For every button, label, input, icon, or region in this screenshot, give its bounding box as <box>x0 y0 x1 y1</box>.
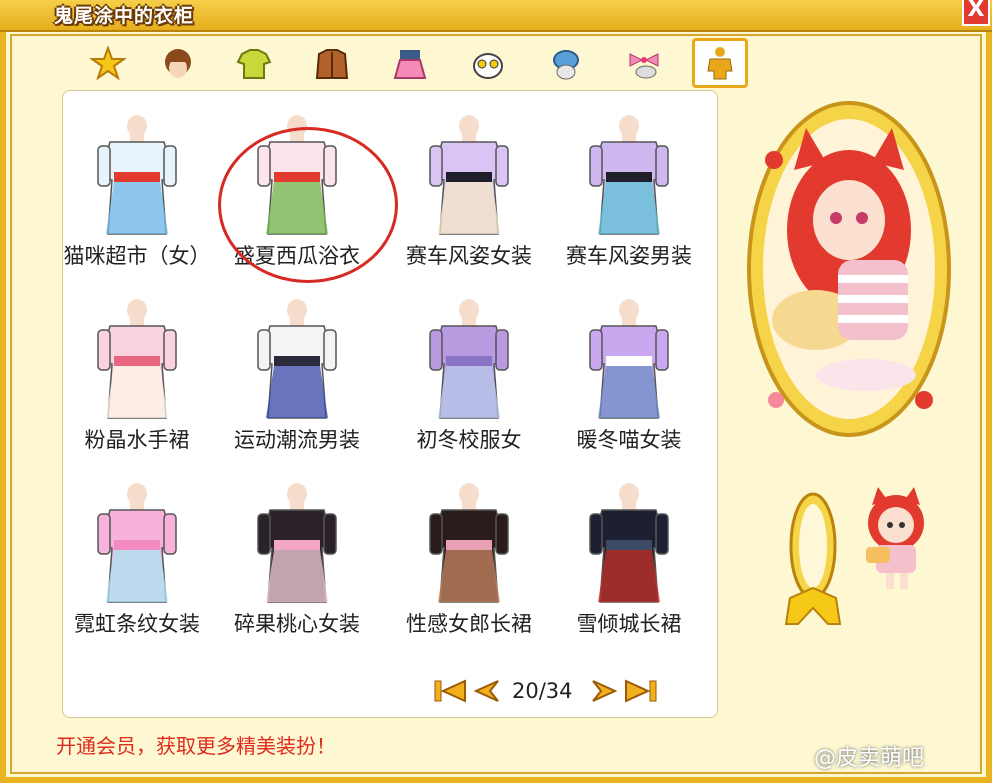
prev-page-icon <box>473 680 499 702</box>
tab-top[interactable] <box>234 44 274 84</box>
tab-hair[interactable] <box>158 44 198 84</box>
outfit-label: 暖冬喵女装 <box>576 428 682 452</box>
outfit-label: 盛夏西瓜浴衣 <box>234 244 360 268</box>
outfit-item[interactable]: 碎果桃心女装 <box>222 476 372 651</box>
hair-icon <box>165 49 191 78</box>
outfit-label: 霓虹条纹女装 <box>74 612 200 636</box>
pagination: 20/34 <box>432 676 659 706</box>
outfit-item[interactable]: 初冬校服女 <box>394 292 544 467</box>
outfit-item[interactable]: 赛车风姿男装 <box>554 108 704 283</box>
page-indicator: 20/34 <box>512 679 573 703</box>
jacket-icon <box>315 49 349 79</box>
shirt-icon <box>236 49 272 79</box>
bow-icon <box>629 53 659 79</box>
last-page-button[interactable] <box>623 677 659 705</box>
outfit-label: 猫咪超市（女） <box>63 244 211 268</box>
tab-accessory[interactable] <box>624 44 664 84</box>
outfit-label: 雪倾城长裙 <box>576 612 682 636</box>
outfit-item[interactable]: 盛夏西瓜浴衣 <box>222 108 372 283</box>
outfit-image <box>97 483 177 603</box>
star-icon <box>90 46 126 81</box>
tab-bottom[interactable] <box>390 44 430 84</box>
outfit-item[interactable]: 猫咪超市（女） <box>62 108 212 283</box>
outfit-item[interactable]: 暖冬喵女装 <box>554 292 704 467</box>
outfit-image <box>589 483 669 603</box>
prev-page-button[interactable] <box>468 677 504 705</box>
outfit-image <box>257 299 337 419</box>
close-button[interactable]: X <box>962 0 990 26</box>
first-page-icon <box>434 679 466 703</box>
outfit-item[interactable]: 雪倾城长裙 <box>554 476 704 651</box>
face-icon <box>473 53 503 79</box>
tab-suit[interactable] <box>692 38 748 88</box>
outfit-label: 性感女郎长裙 <box>406 612 532 636</box>
tab-coat[interactable] <box>312 44 352 84</box>
hat-icon <box>553 50 579 80</box>
outfit-icon <box>707 47 733 80</box>
character-portrait <box>747 101 951 437</box>
skirt-icon <box>393 50 427 79</box>
tab-hat[interactable] <box>546 44 586 84</box>
title-bar: 鬼尾涂中的衣柜 X <box>0 0 992 32</box>
outfit-image <box>97 299 177 419</box>
mirror-icon[interactable] <box>780 488 846 628</box>
outfit-label: 运动潮流男装 <box>234 428 360 452</box>
watermark: @皮卖萌吧 <box>814 746 925 771</box>
outfit-label: 赛车风姿女装 <box>406 244 532 268</box>
outfit-image <box>589 299 669 419</box>
outfit-item[interactable]: 粉晶水手裙 <box>62 292 212 467</box>
outfit-image <box>257 483 337 603</box>
tab-favorites[interactable] <box>88 44 128 84</box>
outfit-item[interactable]: 霓虹条纹女装 <box>62 476 212 651</box>
outfit-image <box>257 115 337 235</box>
last-page-icon <box>624 679 657 703</box>
outfit-image <box>97 115 177 235</box>
outfit-item[interactable]: 性感女郎长裙 <box>394 476 544 651</box>
vip-promo-link[interactable]: 开通会员，获取更多精美装扮！ <box>56 730 336 759</box>
outfit-item[interactable]: 运动潮流男装 <box>222 292 372 467</box>
outfit-image <box>589 115 669 235</box>
outfit-label: 粉晶水手裙 <box>84 428 190 452</box>
chibi-character <box>866 487 924 589</box>
next-page-icon <box>591 680 617 702</box>
next-page-button[interactable] <box>587 677 623 705</box>
outfit-label: 赛车风姿男装 <box>566 244 692 268</box>
outfit-image <box>429 299 509 419</box>
outfit-image <box>429 115 509 235</box>
outfit-item[interactable]: 赛车风姿女装 <box>394 108 544 283</box>
window-title: 鬼尾涂中的衣柜 <box>54 5 195 27</box>
first-page-button[interactable] <box>432 677 468 705</box>
tab-face[interactable] <box>468 44 508 84</box>
outfit-label: 碎果桃心女装 <box>234 612 360 636</box>
outfit-image <box>429 483 509 603</box>
outfit-label: 初冬校服女 <box>416 428 522 452</box>
